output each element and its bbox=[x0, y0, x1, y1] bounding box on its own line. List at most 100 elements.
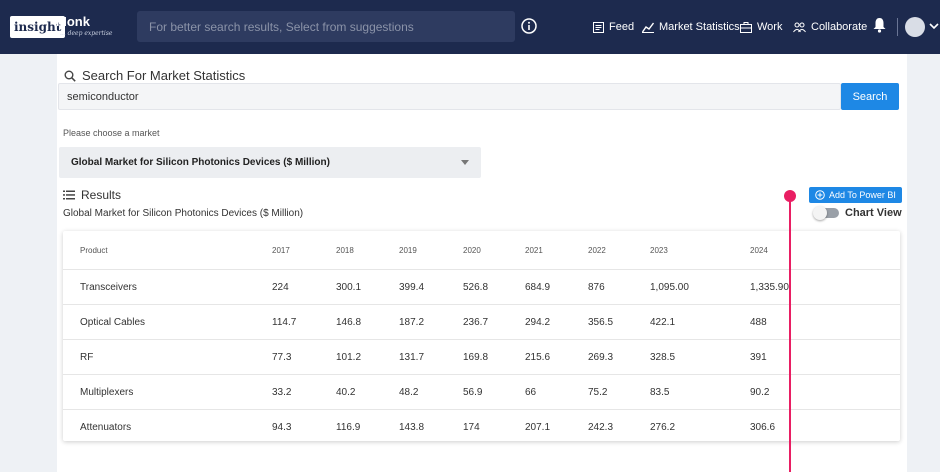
briefcase-icon bbox=[740, 21, 752, 33]
results-table-card: Product 2017 2018 2019 2020 2021 2022 20… bbox=[63, 231, 900, 441]
table-cell: 66 bbox=[525, 374, 588, 410]
table-cell: 116.9 bbox=[336, 421, 361, 433]
column-header: Product bbox=[63, 231, 272, 270]
table-cell: 276.2 bbox=[650, 421, 676, 433]
avatar[interactable] bbox=[905, 17, 925, 37]
table-cell: Optical Cables bbox=[63, 304, 272, 340]
table-cell: 90.2 bbox=[750, 374, 900, 410]
nav-collaborate-label: Collaborate bbox=[811, 21, 868, 33]
list-icon bbox=[63, 190, 75, 200]
table-cell: 391 bbox=[750, 339, 900, 375]
column-header: 2019 bbox=[399, 231, 463, 270]
add-to-power-bi-button[interactable]: Add To Power BI bbox=[809, 187, 902, 203]
global-search-input[interactable] bbox=[137, 11, 515, 42]
table-cell: Attenuators bbox=[80, 421, 132, 433]
table-cell: 422.1 bbox=[650, 304, 750, 340]
table-cell: 56.9 bbox=[463, 374, 525, 410]
column-header: 2020 bbox=[463, 231, 525, 270]
results-subtitle: Global Market for Silicon Photonics Devi… bbox=[63, 208, 304, 219]
search-section-label: Search For Market Statistics bbox=[82, 68, 246, 83]
table-cell: 300.1 bbox=[336, 269, 399, 305]
market-statistics-panel: Search For Market Statistics Search Plea… bbox=[57, 54, 907, 472]
nav-work[interactable]: Work bbox=[740, 0, 782, 54]
table-header-row: Product 2017 2018 2019 2020 2021 2022 20… bbox=[63, 231, 900, 270]
search-icon bbox=[64, 70, 76, 82]
bell-icon[interactable] bbox=[873, 17, 886, 33]
nav-feed[interactable]: Feed bbox=[593, 0, 634, 54]
nav-market-statistics-label: Market Statistics bbox=[659, 21, 740, 33]
table-cell: 83.5 bbox=[650, 374, 750, 410]
toggle-knob bbox=[813, 206, 827, 220]
add-to-power-bi-label: Add To Power BI bbox=[829, 190, 896, 200]
chart-view-label: Chart View bbox=[845, 207, 902, 219]
chart-icon bbox=[642, 22, 654, 33]
annotation-marker-line bbox=[789, 196, 791, 472]
market-select-value: Global Market for Silicon Photonics Devi… bbox=[71, 157, 330, 168]
table-cell: 101.2 bbox=[336, 339, 399, 375]
table-cell: 77.3 bbox=[272, 339, 336, 375]
results-heading: Results bbox=[63, 188, 121, 202]
search-button[interactable]: Search bbox=[841, 83, 899, 110]
table-cell: 207.1 bbox=[525, 421, 551, 433]
table-cell: 169.8 bbox=[463, 339, 525, 375]
table-cell: 242.3 bbox=[588, 421, 614, 433]
nav-collaborate[interactable]: Collaborate bbox=[793, 0, 867, 54]
table-cell: 1,095.00 bbox=[650, 269, 750, 305]
table-cell: 294.2 bbox=[525, 304, 588, 340]
table-row: Multiplexers 33.2 40.2 48.2 56.9 66 75.2… bbox=[63, 374, 900, 410]
nav-divider bbox=[897, 18, 898, 36]
market-search-input[interactable] bbox=[58, 83, 841, 110]
table-cell: Transceivers bbox=[63, 269, 272, 305]
market-select[interactable]: Global Market for Silicon Photonics Devi… bbox=[59, 147, 481, 178]
column-header: 2023 bbox=[650, 231, 750, 270]
column-header: 2022 bbox=[588, 231, 650, 270]
table-cell: 1,335.90 bbox=[750, 269, 900, 305]
table-cell: 48.2 bbox=[399, 374, 463, 410]
table-row: Optical Cables 114.7 146.8 187.2 236.7 2… bbox=[63, 304, 900, 340]
feed-icon bbox=[593, 21, 604, 33]
table-cell: 224 bbox=[272, 269, 336, 305]
column-header: 2021 bbox=[525, 231, 588, 270]
search-section-title: Search For Market Statistics bbox=[64, 68, 245, 83]
plus-circle-icon bbox=[815, 190, 825, 200]
logo-tagline: ... deep expertise bbox=[60, 30, 113, 37]
nav-market-statistics[interactable]: Market Statistics bbox=[642, 0, 740, 54]
nav-work-label: Work bbox=[757, 21, 783, 33]
market-data-table: Product 2017 2018 2019 2020 2021 2022 20… bbox=[63, 231, 900, 444]
column-header: 2024 bbox=[750, 231, 900, 270]
table-cell: 187.2 bbox=[399, 304, 463, 340]
table-cell: 269.3 bbox=[588, 339, 650, 375]
table-cell: RF bbox=[63, 339, 272, 375]
table-cell: 114.7 bbox=[272, 304, 336, 340]
choose-market-label: Please choose a market bbox=[63, 128, 160, 138]
caret-down-icon bbox=[461, 160, 469, 165]
annotation-marker-dot bbox=[784, 190, 796, 202]
table-cell: 306.6 bbox=[750, 421, 776, 433]
column-header: 2018 bbox=[336, 231, 399, 270]
top-navbar: insight Monk ... deep expertise Feed Mar… bbox=[0, 0, 940, 54]
table-row: Transceivers 224 300.1 399.4 526.8 684.9… bbox=[63, 269, 900, 305]
chevron-down-icon[interactable] bbox=[929, 23, 939, 30]
table-cell: 33.2 bbox=[272, 374, 336, 410]
toggle-switch[interactable] bbox=[813, 206, 839, 220]
nav-feed-label: Feed bbox=[609, 21, 635, 33]
collaborate-icon bbox=[793, 22, 806, 32]
table-cell: 684.9 bbox=[525, 269, 588, 305]
info-icon[interactable] bbox=[521, 18, 537, 34]
table-cell: 488 bbox=[750, 304, 900, 340]
column-header: 2017 bbox=[272, 231, 336, 270]
table-cell: 236.7 bbox=[463, 304, 525, 340]
logo-monk[interactable]: Monk bbox=[56, 14, 90, 29]
results-label: Results bbox=[81, 188, 122, 202]
table-cell: 143.8 bbox=[399, 421, 425, 433]
table-row: RF 77.3 101.2 131.7 169.8 215.6 269.3 32… bbox=[63, 339, 900, 375]
table-cell: 356.5 bbox=[588, 304, 650, 340]
table-cell: 131.7 bbox=[399, 339, 463, 375]
table-cell: 215.6 bbox=[525, 339, 588, 375]
table-cell: 526.8 bbox=[463, 269, 525, 305]
table-cell: 174 bbox=[463, 421, 480, 433]
table-row: Attenuators 94.3 116.9 143.8 174 207.1 2… bbox=[63, 410, 900, 445]
table-cell: Multiplexers bbox=[63, 374, 272, 410]
chart-view-toggle[interactable]: Chart View bbox=[813, 206, 902, 220]
table-cell: 399.4 bbox=[399, 269, 463, 305]
